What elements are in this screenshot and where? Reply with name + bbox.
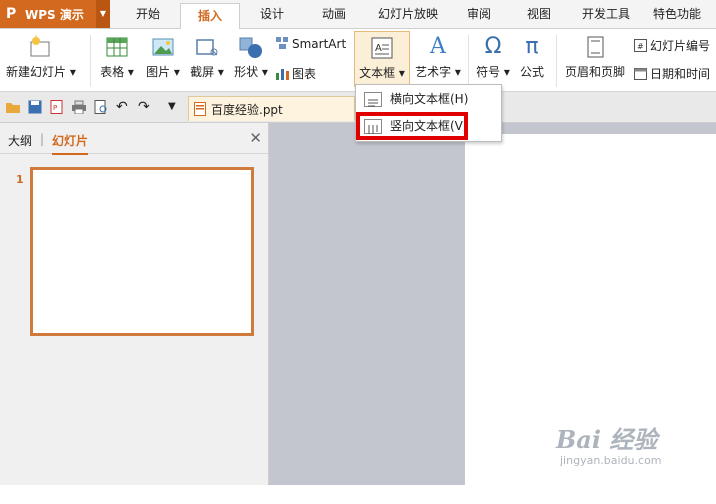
- horizontal-textbox-item[interactable]: 横向文本框(H): [358, 87, 498, 111]
- textbox-label: 文本框: [359, 66, 396, 80]
- baidu-watermark: Bai 经验 jingyan.baidu.com: [556, 420, 706, 480]
- shapes-button[interactable]: 形状 ▾: [230, 31, 272, 80]
- slide-number: 1: [16, 173, 24, 186]
- slide-thumbnail[interactable]: [30, 167, 254, 336]
- svg-text:#: #: [637, 42, 644, 51]
- tab-slideshow[interactable]: 幻灯片放映: [370, 0, 446, 28]
- header-footer-label: 页眉和页脚: [564, 65, 625, 79]
- horizontal-textbox-label: 横向文本框(H): [390, 92, 469, 106]
- tab-divider: |: [40, 132, 45, 146]
- customize-dropdown-icon[interactable]: ▼: [168, 100, 182, 114]
- ribbon-separator: [468, 35, 469, 87]
- tab-outline[interactable]: 大纲: [8, 132, 32, 149]
- table-button[interactable]: 表格 ▾: [96, 31, 138, 80]
- tab-animation[interactable]: 动画: [310, 0, 358, 28]
- document-tab[interactable]: 百度经验.ppt: [188, 96, 355, 121]
- smartart-button[interactable]: SmartArt: [276, 37, 346, 51]
- new-slide-icon: [28, 35, 52, 59]
- wps-logo-icon: P: [6, 6, 17, 22]
- horizontal-textbox-icon: [364, 92, 382, 107]
- symbol-label: 符号: [476, 65, 501, 79]
- calendar-icon: [634, 67, 647, 80]
- screenshot-button[interactable]: 截屏 ▾: [186, 31, 228, 80]
- svg-text:P: P: [53, 104, 57, 112]
- export-pdf-icon[interactable]: P: [50, 100, 64, 114]
- shapes-label: 形状: [234, 65, 259, 79]
- table-label: 表格: [100, 65, 125, 79]
- document-name: 百度经验.ppt: [211, 103, 283, 117]
- new-slide-label: 新建幻灯片: [6, 65, 67, 79]
- chart-icon: [276, 67, 289, 80]
- menu-bar: P WPS 演示 ▼ 开始 插入 设计 动画 幻灯片放映 审阅 视图 开发工具 …: [0, 0, 716, 33]
- chevron-down-icon[interactable]: ▼: [96, 0, 110, 28]
- screenshot-label: 截屏: [190, 65, 215, 79]
- slides-pane-header: 大纲 | 幻灯片 ✕: [0, 123, 268, 155]
- tab-slides[interactable]: 幻灯片: [52, 132, 89, 155]
- picture-icon: [151, 35, 175, 59]
- tab-view[interactable]: 视图: [516, 0, 562, 28]
- tab-features[interactable]: 特色功能: [646, 0, 708, 28]
- redo-icon[interactable]: ↷: [138, 100, 152, 114]
- ribbon-separator: [90, 35, 91, 87]
- new-slide-button[interactable]: 新建幻灯片 ▾: [6, 31, 76, 80]
- svg-text:A: A: [375, 43, 382, 54]
- wordart-button[interactable]: A 艺术字 ▾: [412, 31, 464, 80]
- annotation-highlight-box: [356, 112, 468, 140]
- slides-pane: 大纲 | 幻灯片 ✕ 1: [0, 123, 269, 485]
- tab-home[interactable]: 开始: [124, 0, 172, 28]
- slide-number-icon: #: [634, 39, 647, 52]
- formula-label: 公式: [519, 65, 544, 79]
- smartart-label: SmartArt: [292, 37, 347, 51]
- save-icon[interactable]: [28, 100, 42, 114]
- tab-developer[interactable]: 开发工具: [576, 0, 636, 28]
- ribbon: 新建幻灯片 ▾ 表格 ▾ 图片 ▾ 截屏 ▾ 形状 ▾ SmartArt 图表: [0, 29, 716, 92]
- header-footer-icon: [583, 35, 607, 59]
- chart-label: 图表: [292, 67, 317, 81]
- picture-button[interactable]: 图片 ▾: [142, 31, 184, 80]
- datetime-button[interactable]: 日期和时间: [634, 65, 710, 82]
- app-title: WPS 演示: [25, 8, 84, 22]
- undo-icon[interactable]: ↶: [116, 100, 130, 114]
- print-icon[interactable]: [72, 100, 86, 115]
- ribbon-separator: [556, 35, 557, 87]
- shapes-icon: [239, 35, 263, 59]
- tab-design[interactable]: 设计: [248, 0, 296, 28]
- omega-icon: Ω: [484, 34, 502, 59]
- document-file-icon: [194, 102, 206, 119]
- screenshot-icon: [195, 35, 219, 59]
- open-folder-icon[interactable]: [6, 100, 20, 114]
- smartart-icon: [276, 37, 289, 50]
- tab-review[interactable]: 审阅: [456, 0, 502, 28]
- app-menu-button[interactable]: P WPS 演示 ▼: [0, 0, 110, 28]
- wordart-icon: A: [430, 34, 446, 59]
- slide-number-button[interactable]: # 幻灯片编号: [634, 37, 710, 54]
- header-footer-button[interactable]: 页眉和页脚: [562, 31, 628, 80]
- picture-label: 图片: [146, 65, 171, 79]
- watermark-brand: Bai 经验: [556, 425, 658, 454]
- pi-icon: π: [525, 34, 539, 59]
- textbox-icon: A: [370, 36, 394, 60]
- watermark-url: jingyan.baidu.com: [560, 454, 662, 467]
- print-preview-icon[interactable]: [94, 100, 108, 114]
- chart-button[interactable]: 图表: [276, 65, 316, 82]
- textbox-button[interactable]: A 文本框 ▾: [354, 31, 410, 87]
- wordart-label: 艺术字: [415, 65, 452, 79]
- symbol-button[interactable]: Ω 符号 ▾: [474, 31, 512, 80]
- datetime-label: 日期和时间: [650, 67, 711, 81]
- slide-number-label: 幻灯片编号: [650, 39, 711, 53]
- formula-button[interactable]: π 公式: [516, 31, 548, 80]
- table-icon: [105, 35, 129, 59]
- close-icon[interactable]: ✕: [249, 129, 262, 147]
